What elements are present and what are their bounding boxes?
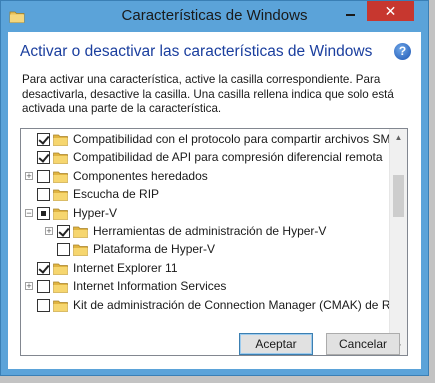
folder-icon: [73, 226, 88, 238]
folder-icon: [53, 208, 68, 220]
folder-icon: [53, 134, 68, 146]
feature-checkbox[interactable]: [37, 280, 50, 294]
feature-row[interactable]: Internet Explorer 11: [21, 259, 390, 278]
folder-icon: [53, 281, 68, 294]
features-tree[interactable]: Compatibilidad con el protocolo para com…: [20, 128, 408, 356]
feature-checkbox[interactable]: [57, 243, 70, 257]
feature-checkbox[interactable]: [37, 169, 50, 183]
feature-label: Plataforma de Hyper-V: [93, 242, 216, 257]
expand-icon[interactable]: +: [25, 171, 33, 180]
scroll-thumb[interactable]: [393, 175, 404, 217]
folder-icon: [53, 153, 68, 165]
features-list: Compatibilidad con el protocolo para com…: [21, 129, 390, 355]
feature-label: Kit de administración de Connection Mana…: [73, 297, 390, 312]
feature-row[interactable]: Kit de administración de Connection Mana…: [21, 296, 390, 315]
feature-row[interactable]: − Hyper-V: [21, 204, 390, 223]
checkmark-icon: [38, 151, 50, 164]
feature-checkbox[interactable]: [37, 133, 50, 146]
feature-label: Compatibilidad de API para compresión di…: [73, 150, 383, 165]
window-title: Características de Windows: [121, 7, 308, 24]
feature-row[interactable]: Compatibilidad de API para compresión di…: [21, 148, 390, 167]
feature-label: Herramientas de administración de Hyper-…: [93, 224, 327, 238]
features-dialog: Características de Windows ✕ Activar o d…: [0, 0, 429, 376]
feature-checkbox[interactable]: [57, 225, 70, 238]
minimize-button[interactable]: [337, 2, 363, 22]
feature-label: Compatibilidad con el protocolo para com…: [73, 132, 390, 146]
page-title: Activar o desactivar las características…: [20, 43, 373, 60]
feature-label: Internet Information Services: [73, 279, 227, 294]
checkmark-icon: [38, 133, 50, 145]
partial-check-icon: [41, 210, 46, 216]
checkmark-icon: [58, 225, 70, 237]
scroll-up-arrow-icon[interactable]: ▲: [390, 129, 407, 146]
feature-checkbox[interactable]: [37, 298, 50, 312]
feature-label: Internet Explorer 11: [73, 260, 178, 275]
vertical-scrollbar[interactable]: ▲ ▼: [389, 129, 407, 355]
dialog-body: Activar o desactivar las características…: [8, 32, 421, 369]
feature-row[interactable]: Plataforma de Hyper-V: [21, 240, 390, 259]
description-text: Para activar una característica, active …: [22, 73, 394, 115]
feature-row[interactable]: Compatibilidad con el protocolo para com…: [21, 130, 390, 149]
folder-icon: [53, 171, 68, 183]
folder-icon: [53, 189, 68, 202]
collapse-icon[interactable]: −: [25, 208, 33, 217]
title-bar[interactable]: Características de Windows ✕: [1, 1, 428, 32]
feature-checkbox[interactable]: [37, 261, 50, 275]
checkmark-icon: [38, 262, 50, 274]
feature-label: Componentes heredados: [73, 168, 208, 183]
folder-icon: [53, 300, 68, 312]
close-button[interactable]: ✕: [367, 1, 414, 21]
help-icon[interactable]: ?: [394, 43, 411, 60]
feature-checkbox[interactable]: [37, 151, 50, 165]
feature-row[interactable]: Escucha de RIP: [21, 185, 390, 204]
feature-row[interactable]: + Internet Information Services: [21, 277, 390, 296]
feature-row[interactable]: + Componentes heredados: [21, 167, 390, 186]
feature-row[interactable]: + Herramientas de administración de Hyper…: [21, 222, 390, 241]
cancel-button[interactable]: Cancelar: [326, 333, 400, 355]
expand-icon[interactable]: +: [25, 282, 33, 291]
feature-label: Escucha de RIP: [73, 187, 160, 202]
feature-label: Hyper-V: [73, 205, 118, 220]
folder-icon: [73, 245, 88, 257]
close-icon: ✕: [384, 3, 397, 19]
expand-icon[interactable]: +: [45, 227, 53, 236]
accept-button[interactable]: Aceptar: [239, 333, 313, 355]
folder-icon: [53, 263, 68, 275]
feature-checkbox[interactable]: [37, 188, 50, 202]
feature-checkbox[interactable]: [37, 206, 50, 220]
